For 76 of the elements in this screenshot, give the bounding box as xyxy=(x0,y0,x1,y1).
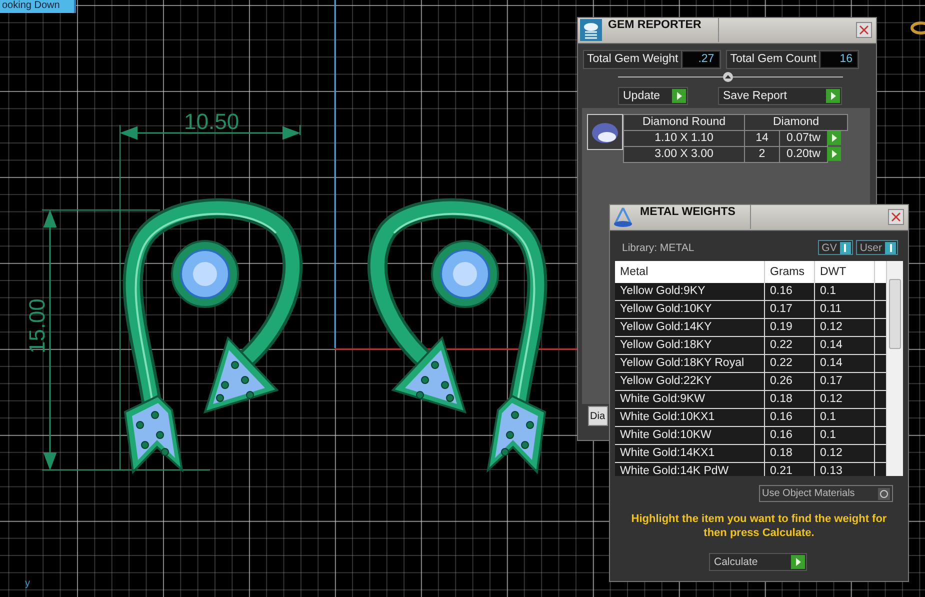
table-cell: White Gold:14KX1 xyxy=(615,445,765,462)
ring-icon[interactable] xyxy=(910,22,925,34)
gem-material-header: Diamond xyxy=(744,114,848,131)
table-cell: White Gold:9KW xyxy=(615,391,765,408)
table-cell: 0.12 xyxy=(815,391,875,408)
table-cell: White Gold:10KW xyxy=(615,427,765,444)
close-button[interactable] xyxy=(888,209,904,225)
table-cell: Yellow Gold:22KY xyxy=(615,373,765,390)
table-cell: 0.1 xyxy=(815,409,875,426)
table-cell: 0.16 xyxy=(765,283,815,300)
table-cell: Yellow Gold:18KY Royal xyxy=(615,355,765,372)
gem-count-cell: 2 xyxy=(744,146,780,163)
table-cell: 0.16 xyxy=(765,427,815,444)
table-cell: 0.22 xyxy=(765,355,815,372)
dimension-label: 10.50 xyxy=(184,111,240,133)
table-cell: Yellow Gold:9KY xyxy=(615,283,765,300)
earring-drawing[interactable] xyxy=(122,198,303,474)
design-canvas[interactable] xyxy=(0,0,925,597)
table-cell: 0.18 xyxy=(765,445,815,462)
scrollbar[interactable] xyxy=(887,261,903,476)
axis-label: y xyxy=(25,578,30,589)
dimension-label: 15.00 xyxy=(26,298,49,354)
gem-weight-cell: 0.07tw xyxy=(779,130,828,147)
gem-thumbnail-icon xyxy=(587,114,623,150)
table-cell: Yellow Gold:10KY xyxy=(615,301,765,318)
gem-row-button[interactable] xyxy=(827,130,842,146)
table-cell: 0.26 xyxy=(765,373,815,390)
window-title: GEM REPORTER xyxy=(604,18,719,42)
table-cell: White Gold:10KX1 xyxy=(615,409,765,426)
table-cell: 0.18 xyxy=(765,391,815,408)
table-cell: Yellow Gold:14KY xyxy=(615,319,765,336)
column-header[interactable]: Metal xyxy=(615,261,765,283)
slider-handle-icon[interactable] xyxy=(618,71,843,83)
library-toggle[interactable]: GV xyxy=(818,240,853,255)
close-icon xyxy=(859,25,869,35)
earring-drawing[interactable] xyxy=(367,198,548,474)
table-cell: 0.14 xyxy=(815,355,875,372)
table-cell: 0.1 xyxy=(815,427,875,444)
table-cell: 0.17 xyxy=(765,301,815,318)
close-icon xyxy=(891,212,901,222)
table-cell: 0.19 xyxy=(765,319,815,336)
table-cell: 0.1 xyxy=(815,283,875,300)
dia-button[interactable]: Dia xyxy=(588,406,608,426)
library-label: Library: METAL xyxy=(622,242,694,254)
report-action-button[interactable]: Save Report xyxy=(718,87,842,105)
table-cell: 0.21 xyxy=(765,463,815,476)
table-cell: 0.22 xyxy=(765,337,815,354)
calculate-button[interactable]: Calculate xyxy=(709,553,807,571)
table-cell: 0.16 xyxy=(765,409,815,426)
use-object-materials-option[interactable]: Use Object Materials xyxy=(759,485,893,502)
gem-size-cell: 3.00 X 3.00 xyxy=(623,146,745,163)
gem-weight-cell: 0.20tw xyxy=(779,146,828,163)
table-cell: 0.12 xyxy=(815,319,875,336)
table-cell: 0.11 xyxy=(815,301,875,318)
table-cell: Yellow Gold:18KY xyxy=(615,337,765,354)
column-header[interactable]: DWT xyxy=(815,261,875,283)
gem-count-cell: 14 xyxy=(744,130,780,147)
library-toggle[interactable]: User xyxy=(856,240,898,255)
table-cell: 0.14 xyxy=(815,337,875,354)
gem-size-cell: 1.10 X 1.10 xyxy=(623,130,745,147)
gem-shape-header: Diamond Round xyxy=(623,114,745,131)
table-cell: 0.13 xyxy=(815,463,875,476)
instruction-text: Highlight the item you want to find the weight for then press Calculate. xyxy=(630,512,888,540)
gem-row-button[interactable] xyxy=(827,146,842,162)
total-gem-count: Total Gem Count 16 xyxy=(726,50,860,69)
view-label: ooking Down xyxy=(0,0,76,13)
gem-report-icon xyxy=(580,19,602,41)
total-gem-weight: Total Gem Weight .27 xyxy=(583,50,722,69)
report-action-button[interactable]: Update xyxy=(618,87,688,105)
scale-icon xyxy=(612,206,634,228)
close-button[interactable] xyxy=(856,22,872,38)
window-title: METAL WEIGHTS xyxy=(636,205,751,229)
table-cell: 0.17 xyxy=(815,373,875,390)
column-header[interactable]: Grams xyxy=(765,261,815,283)
table-cell: White Gold:14K PdW xyxy=(615,463,765,476)
table-cell: 0.12 xyxy=(815,445,875,462)
